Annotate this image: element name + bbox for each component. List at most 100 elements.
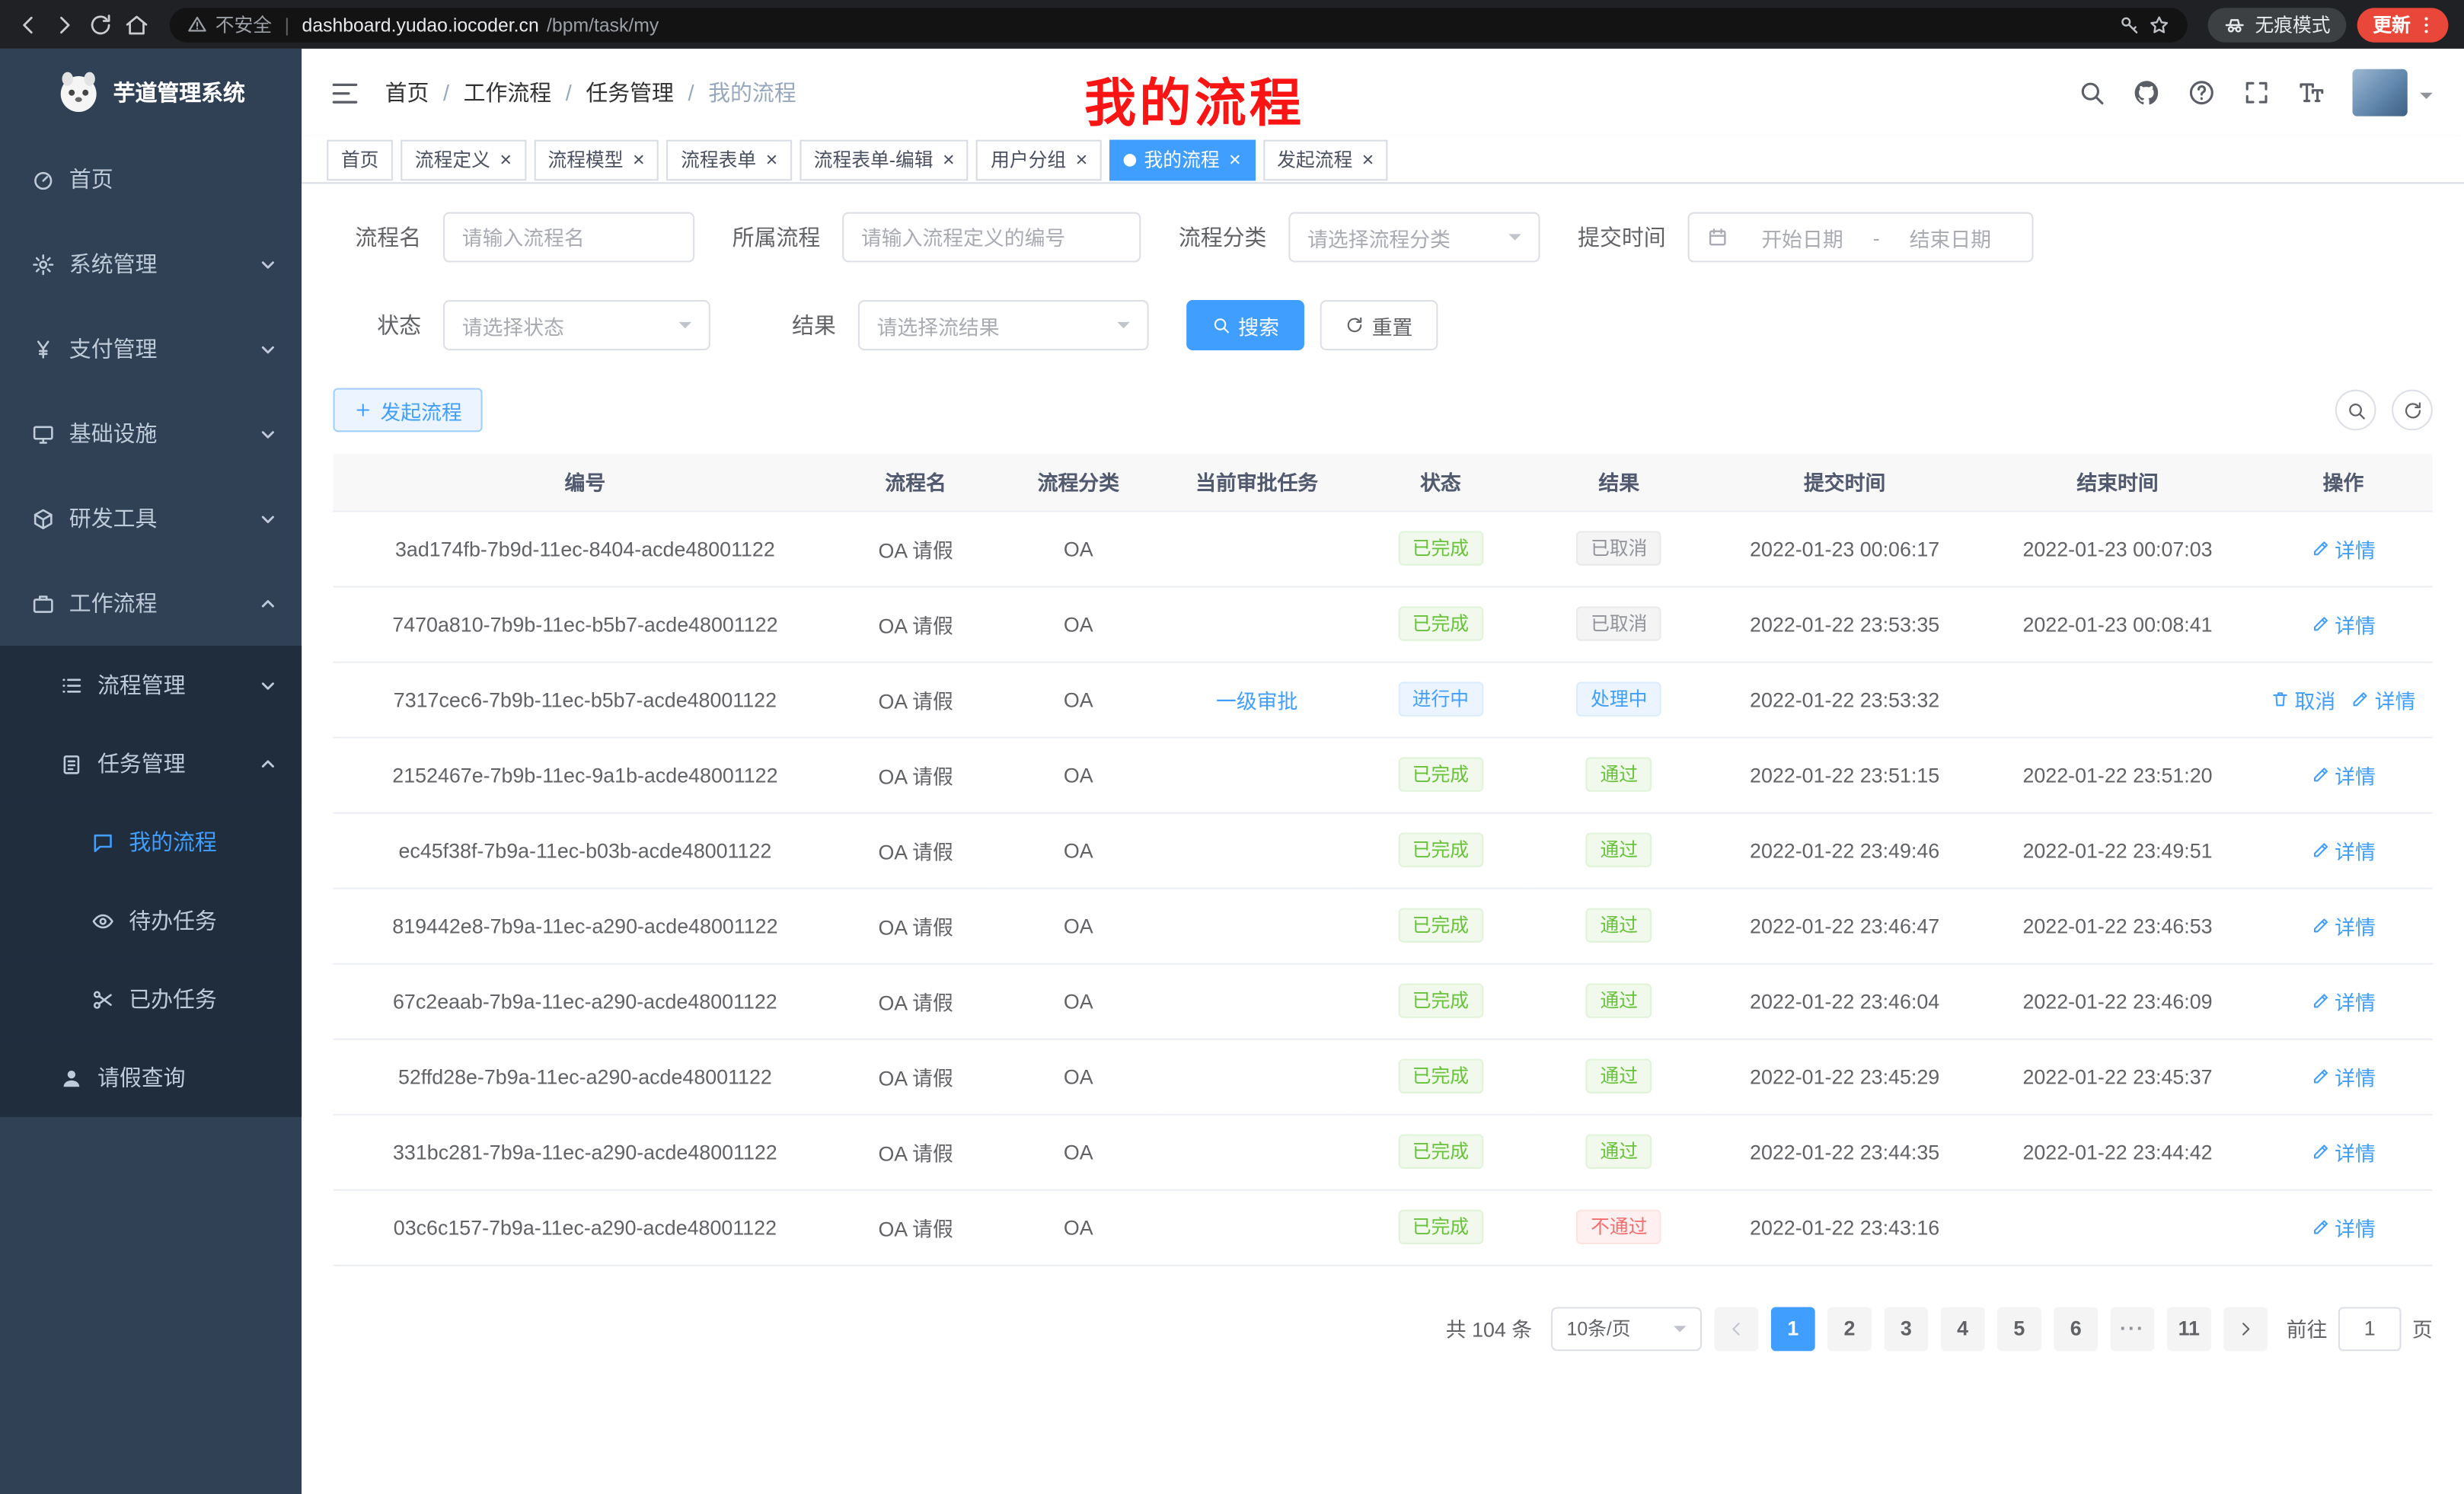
reload-icon[interactable] <box>88 11 113 37</box>
filter-item: 所属流程 <box>732 212 1141 263</box>
page-size-select[interactable]: 10条/页 <box>1551 1306 1702 1350</box>
avatar[interactable] <box>2353 69 2408 117</box>
detail-link[interactable]: 详情 <box>2311 835 2376 865</box>
filter-select[interactable]: 请选择流程分类 <box>1288 212 1540 263</box>
search-button[interactable]: 搜索 <box>1186 300 1304 350</box>
detail-link[interactable]: 详情 <box>2311 1137 2376 1167</box>
toggle-search-button[interactable] <box>2335 390 2376 431</box>
current-task-link[interactable]: 一级审批 <box>1216 684 1297 713</box>
search-icon[interactable] <box>2077 78 2105 107</box>
sidebar-item-11[interactable]: 已办任务 <box>0 960 302 1039</box>
calendar-icon <box>1706 226 1728 248</box>
filter-text-field[interactable] <box>462 225 676 249</box>
address-bar[interactable]: 不安全 | dashboard.yudao.iocoder.cn/bpm/tas… <box>170 7 2188 41</box>
sidebar-item-label: 研发工具 <box>69 503 158 534</box>
close-icon[interactable]: × <box>943 149 955 170</box>
detail-link[interactable]: 详情 <box>2311 986 2376 1016</box>
sidebar-item-5[interactable]: 研发工具 <box>0 476 302 560</box>
tab-1[interactable]: 首页 <box>327 139 393 180</box>
close-icon[interactable]: × <box>500 149 512 170</box>
pagination-page-5[interactable]: 5 <box>1997 1306 2041 1350</box>
pagination-page-2[interactable]: 2 <box>1827 1306 1872 1350</box>
pagination-prev-button[interactable] <box>1715 1306 1759 1350</box>
filter-daterange[interactable]: 开始日期-结束日期 <box>1688 212 2034 263</box>
cell-category: OA <box>994 662 1163 737</box>
github-icon[interactable] <box>2133 78 2161 107</box>
tab-6[interactable]: 用户分组× <box>977 139 1102 180</box>
filter-input[interactable] <box>842 212 1141 263</box>
tab-4[interactable]: 流程表单× <box>667 139 792 180</box>
reset-button[interactable]: 重置 <box>1320 300 1438 350</box>
hamburger-icon[interactable] <box>330 78 359 107</box>
pagination-next-button[interactable] <box>2223 1306 2268 1350</box>
select-placeholder: 请选择状态 <box>462 310 564 340</box>
create-process-button[interactable]: 发起流程 <box>334 388 483 433</box>
tab-3[interactable]: 流程模型× <box>534 139 659 180</box>
pagination-page-6[interactable]: 6 <box>2054 1306 2098 1350</box>
sidebar-item-4[interactable]: 基础设施 <box>0 391 302 476</box>
filter-select[interactable]: 请选择流结果 <box>858 300 1149 350</box>
update-button[interactable]: 更新 <box>2357 7 2449 41</box>
detail-link[interactable]: 详情 <box>2311 1061 2376 1091</box>
star-icon[interactable] <box>2148 14 2170 36</box>
font-size-icon[interactable] <box>2297 78 2325 107</box>
screen: 不安全 | dashboard.yudao.iocoder.cn/bpm/tas… <box>0 0 2464 1494</box>
filter-input[interactable] <box>443 212 694 263</box>
filter-select[interactable]: 请选择状态 <box>443 300 710 350</box>
close-icon[interactable]: × <box>1076 149 1088 170</box>
sidebar-item-8[interactable]: 任务管理 <box>0 724 302 803</box>
forward-icon[interactable] <box>52 11 77 37</box>
goto-page-input[interactable] <box>2338 1306 2402 1350</box>
cell-end-time: 2022-01-22 23:46:09 <box>1981 963 2254 1039</box>
fullscreen-icon[interactable] <box>2242 78 2271 107</box>
search-icon <box>2345 400 2366 420</box>
detail-link[interactable]: 详情 <box>2351 684 2416 713</box>
close-icon[interactable]: × <box>1229 149 1241 170</box>
pagination-page-3[interactable]: 3 <box>1884 1306 1928 1350</box>
table-row: 819442e8-7b9a-11ec-a290-acde48001122OA 请… <box>334 888 2433 963</box>
sidebar-item-2[interactable]: 系统管理 <box>0 222 302 306</box>
sidebar-item-3[interactable]: 支付管理 <box>0 306 302 391</box>
caret-down-icon[interactable] <box>2420 93 2433 106</box>
pagination-page-4[interactable]: 4 <box>1941 1306 1985 1350</box>
sidebar-item-label: 任务管理 <box>97 748 186 779</box>
detail-link[interactable]: 详情 <box>2311 533 2376 563</box>
tab-8[interactable]: 发起流程× <box>1263 139 1388 180</box>
sidebar-item-7[interactable]: 流程管理 <box>0 646 302 724</box>
detail-link[interactable]: 详情 <box>2311 760 2376 790</box>
breadcrumb-item[interactable]: 任务管理 <box>586 77 674 108</box>
tab-5[interactable]: 流程表单-编辑× <box>800 139 969 180</box>
cell-category: OA <box>994 812 1163 888</box>
sidebar-item-6[interactable]: 工作流程 <box>0 561 302 646</box>
sidebar-item-1[interactable]: 首页 <box>0 136 302 221</box>
detail-link[interactable]: 详情 <box>2311 1212 2376 1242</box>
home-icon[interactable] <box>124 11 149 37</box>
help-icon[interactable] <box>2188 78 2216 107</box>
sidebar-item-9[interactable]: 我的流程 <box>0 803 302 881</box>
breadcrumb-item[interactable]: 工作流程 <box>464 77 552 108</box>
key-icon[interactable] <box>2118 14 2140 36</box>
cancel-link[interactable]: 取消 <box>2271 684 2336 713</box>
detail-link[interactable]: 详情 <box>2311 911 2376 940</box>
pagination-page-1[interactable]: 1 <box>1771 1306 1815 1350</box>
tab-7[interactable]: 我的流程× <box>1109 139 1255 180</box>
detail-link[interactable]: 详情 <box>2311 608 2376 638</box>
close-icon[interactable]: × <box>1362 149 1374 170</box>
refresh-table-button[interactable] <box>2392 390 2433 431</box>
pagination-more-button[interactable]: ··· <box>2111 1306 2155 1350</box>
tab-2[interactable]: 流程定义× <box>401 139 525 180</box>
back-icon[interactable] <box>16 11 41 37</box>
browser-menu-icon[interactable] <box>2415 14 2437 36</box>
page-size-label: 10条/页 <box>1567 1315 1631 1342</box>
sidebar-item-10[interactable]: 待办任务 <box>0 881 302 959</box>
pagination-page-11[interactable]: 11 <box>2167 1306 2211 1350</box>
cell-submit-time: 2022-01-23 00:06:17 <box>1708 511 1980 586</box>
column-header: 结果 <box>1530 454 1708 510</box>
close-icon[interactable]: × <box>633 149 645 170</box>
close-icon[interactable]: × <box>766 149 778 170</box>
breadcrumb-item[interactable]: 首页 <box>385 77 429 108</box>
logo[interactable]: 芋道管理系统 <box>0 49 302 137</box>
detail-icon <box>2311 539 2330 558</box>
filter-text-field[interactable] <box>861 225 1122 249</box>
sidebar-item-12[interactable]: 请假查询 <box>0 1039 302 1117</box>
